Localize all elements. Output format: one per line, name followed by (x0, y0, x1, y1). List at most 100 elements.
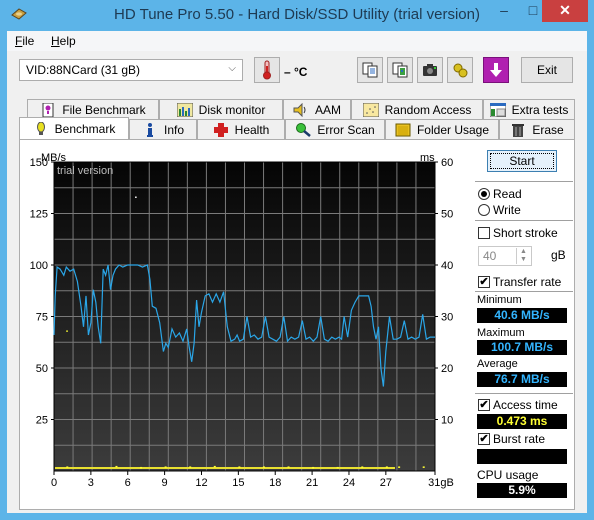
menu-help[interactable]: Help (51, 34, 76, 48)
read-radio[interactable]: Read (478, 187, 522, 201)
tab-random-access[interactable]: Random Access (351, 99, 483, 119)
access-time-point (66, 466, 69, 468)
write-label: Write (493, 203, 521, 217)
tab-extra-tests[interactable]: Extra tests (483, 99, 575, 119)
x-tick-label: 18 (269, 477, 281, 489)
menu-help-label: elp (59, 34, 76, 48)
transfer-rate-checkbox[interactable]: ✔ Transfer rate (478, 275, 561, 289)
y-left-tick-label: 75 (36, 312, 48, 324)
extra-tests-icon (489, 102, 506, 117)
access-time-point (189, 466, 192, 468)
x-tick-label: 15 (232, 477, 244, 489)
radio-selected-icon (478, 188, 490, 200)
maximum-label: Maximum (477, 327, 525, 339)
access-time-point (422, 466, 425, 468)
tab-label: Error Scan (317, 122, 375, 137)
short-stroke-stepper[interactable]: 40 ▲ ▼ (478, 246, 532, 266)
checkmark-icon: ✔ (478, 399, 490, 411)
grid (53, 161, 436, 472)
drive-select-value: VID:88NCard (31 gB) (26, 63, 141, 77)
short-stroke-label: Short stroke (493, 226, 558, 240)
y-left-tick-label: 150 (30, 157, 48, 169)
x-tick-label: 3 (88, 477, 94, 489)
tab-control: File Benchmark Disk monitor AAM Random A… (19, 98, 575, 510)
speaker-icon (293, 102, 306, 117)
copy-text-button[interactable] (357, 57, 383, 83)
divider (475, 181, 573, 182)
short-stroke-checkbox[interactable]: Short stroke (478, 226, 558, 240)
save-button[interactable] (483, 57, 509, 83)
thermometer-icon (263, 60, 271, 80)
average-label: Average (477, 358, 518, 370)
benchmark-chart: MB/s ms trial version 255075100125150102… (30, 152, 454, 489)
start-button[interactable]: Start (487, 150, 557, 172)
x-tick-label: 21 (306, 477, 318, 489)
y-right-tick-label: 60 (441, 157, 453, 169)
save-download-icon (490, 63, 502, 77)
tab-info[interactable]: Info (129, 119, 197, 139)
tab-erase[interactable]: Erase (499, 119, 575, 139)
access-time-point (140, 466, 143, 469)
trial-watermark: trial version (57, 165, 113, 177)
tab-error-scan[interactable]: Error Scan (285, 119, 385, 139)
tab-health[interactable]: Health (197, 119, 285, 139)
temperature-button[interactable] (254, 57, 280, 83)
tab-file-benchmark[interactable]: File Benchmark (27, 99, 159, 119)
tab-label: Info (163, 122, 184, 137)
camera-icon (423, 64, 437, 76)
cpu-usage-value: 5.9% (477, 483, 567, 498)
y-right-tick-label: 40 (441, 260, 453, 272)
health-cross-icon (213, 122, 228, 137)
menu-file-label: ile (22, 34, 35, 48)
y-right-tick-label: 10 (441, 415, 453, 427)
drive-select[interactable]: VID:88NCard (31 gB) ⌵ (19, 59, 243, 81)
tab-aam[interactable]: AAM (283, 99, 351, 119)
menu-bar: File Help (7, 31, 587, 51)
y-left-tick-label: 125 (30, 209, 48, 221)
access-time-label: Access time (493, 398, 558, 412)
close-button[interactable]: ✕ (542, 0, 588, 22)
average-value: 76.7 MB/s (477, 372, 567, 387)
x-tick-label: 6 (125, 477, 131, 489)
minimize-button[interactable]: – (490, 0, 518, 22)
menu-file[interactable]: File (15, 34, 34, 48)
access-time-checkbox[interactable]: ✔ Access time (478, 398, 558, 412)
burst-rate-checkbox[interactable]: ✔ Burst rate (478, 432, 545, 446)
tab-disk-monitor[interactable]: Disk monitor (159, 99, 283, 119)
spin-arrows-icon[interactable]: ▲ ▼ (516, 248, 530, 264)
tab-folder-usage[interactable]: Folder Usage (385, 119, 499, 139)
options-button[interactable] (447, 57, 473, 83)
info-icon (146, 122, 153, 137)
copy-text-icon (362, 62, 378, 78)
y-right-tick-label: 20 (441, 363, 453, 375)
tab-label: Benchmark (54, 121, 116, 136)
lightbulb-icon (36, 121, 45, 135)
access-time-point (385, 466, 388, 468)
write-radio[interactable]: Write (478, 203, 521, 217)
access-time-point (336, 466, 339, 469)
divider (475, 291, 573, 292)
file-benchmark-icon (42, 102, 54, 117)
short-stroke-value: 40 (483, 249, 497, 263)
random-access-icon (362, 102, 379, 117)
copy-screenshot-button[interactable] (387, 57, 413, 83)
y-left-tick-label: 50 (36, 363, 48, 375)
exit-button[interactable]: Exit (521, 57, 573, 83)
access-time-point (164, 466, 167, 468)
tab-label: Health (234, 122, 270, 137)
tab-benchmark[interactable]: Benchmark (19, 117, 129, 139)
burst-rate-value (477, 449, 567, 464)
checkbox-unchecked-icon (478, 227, 490, 239)
magnifier-icon (296, 122, 312, 137)
y-right-tick-label: 50 (441, 209, 453, 221)
access-time-point (213, 465, 216, 468)
main-window: File Help VID:88NCard (31 gB) ⌵ – °C Exi… (7, 31, 587, 513)
divider (475, 393, 573, 394)
x-tick-label: 9 (162, 477, 168, 489)
y-right-tick-label: 30 (441, 312, 453, 324)
y-left-tick-label: 25 (36, 415, 48, 427)
tab-label: Erase (532, 122, 564, 137)
title-bar: HD Tune Pro 5.50 - Hard Disk/SSD Utility… (0, 0, 594, 31)
access-time-point (361, 466, 364, 468)
screenshot-button[interactable] (417, 57, 443, 83)
